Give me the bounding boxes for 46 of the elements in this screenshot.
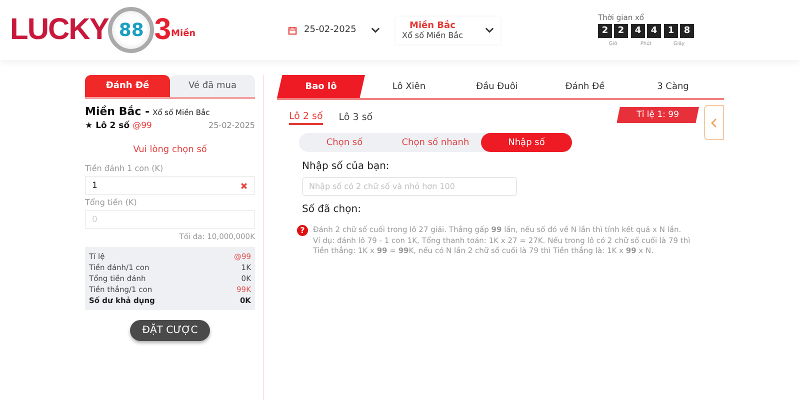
help-icon: ? [297,225,308,236]
bet-type: ★ Lô 2 số [85,121,130,131]
game-tab[interactable]: Đầu Đuôi [453,75,541,98]
mode-option[interactable]: Nhập số [481,133,572,152]
countdown-digit: 2 [614,24,628,38]
calendar-icon [288,26,297,34]
input-label: Nhập số của bạn: [302,161,390,172]
logo-number: 3 [154,13,172,47]
bet-odds: @99 [132,121,152,131]
sub-tab[interactable]: Lô 2 số [289,111,323,125]
panel-tab[interactable]: Vé đã mua [170,75,255,97]
sub-tab[interactable]: Lô 3 số [338,111,373,125]
field-label: Tổng tiền (K) [85,198,138,207]
stake-field[interactable]: 1 [85,176,255,195]
countdown-digit: 8 [680,24,694,38]
countdown-digit: 4 [647,24,661,38]
clear-icon[interactable] [240,182,248,190]
logo-wordmark: LUCKY [10,13,108,47]
date-picker[interactable]: 25-02-2025 [282,19,386,41]
region-dropdown[interactable]: Miền Bắc Xổ số Miền Bắc [396,16,500,44]
chevron-left-icon [711,118,717,128]
ratio-badge: Tỉ lệ 1: 99 [616,107,699,123]
mode-option[interactable]: Chọn số [299,133,390,152]
collapse-handle[interactable] [704,105,724,140]
logo-suffix: Miền [171,29,196,39]
bet-date: 25-02-2025 [208,121,255,130]
game-tab[interactable]: Bao lô [277,75,365,98]
mode-option[interactable]: Chọn số nhanh [390,133,481,152]
game-tab[interactable]: Đánh Đề [541,75,629,98]
number-field[interactable]: Nhập số có 2 chữ số và nhỏ hơn 100 [302,177,517,196]
region-name: Miền Bắc - [85,105,150,118]
region-title: Miền Bắc [410,20,456,30]
field-label: Tiền đánh 1 con (K) [85,164,164,173]
game-tab[interactable]: Lô Xiên [365,75,453,98]
place-bet-button[interactable]: ĐẶT CƯỢC [130,320,210,341]
chevron-down-icon [485,27,494,33]
chosen-label: Số đã chọn: [302,204,362,215]
chevron-down-icon [371,27,380,33]
countdown-digit: 1 [664,24,678,38]
logo-badge: 88 [108,7,154,53]
prompt-text: Vui lòng chọn số [132,145,208,155]
region-subtitle: Xổ số Miền Bắc [402,30,463,40]
panel-tab[interactable]: Đánh Đề [85,75,170,97]
countdown-digit: 4 [631,24,645,38]
game-tab[interactable]: 3 Càng [629,75,717,98]
countdown-digit: 2 [598,24,612,38]
